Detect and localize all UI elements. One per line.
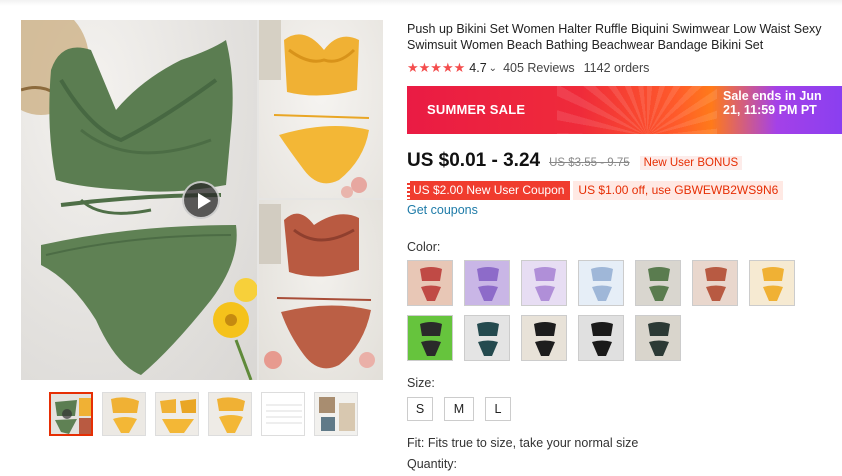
color-swatch-12[interactable] [635, 315, 681, 361]
rating-value[interactable]: 4.7 [469, 61, 486, 75]
thumbnail-image [103, 393, 145, 435]
thumbnail-image [156, 393, 198, 435]
swatch-image [636, 316, 680, 360]
rating-row: ★★★★★ 4.7 ⌄ 405 Reviews 1142 orders [407, 60, 658, 76]
sale-banner-rays [557, 86, 717, 134]
color-swatch-7[interactable] [749, 260, 795, 306]
thumbnail-1[interactable] [49, 392, 93, 436]
swatch-image [465, 316, 509, 360]
swatch-image [408, 261, 452, 305]
thumbnail-image [51, 394, 91, 434]
product-title: Push up Bikini Set Women Halter Ruffle B… [407, 22, 822, 52]
sale-countdown: Sale ends in Jun 21, 11:59 PM PT [723, 89, 822, 117]
get-coupons-link[interactable]: Get coupons [407, 203, 478, 217]
current-price: US $0.01 - 3.24 [407, 150, 541, 171]
thumbnail-strip [49, 392, 358, 436]
thumbnail-image [262, 393, 304, 435]
color-swatch-10[interactable] [521, 315, 567, 361]
play-video-icon[interactable] [182, 181, 220, 219]
color-swatches [407, 260, 807, 361]
swatch-image [408, 316, 452, 360]
thumbnail-6[interactable] [314, 392, 358, 436]
color-swatch-5[interactable] [635, 260, 681, 306]
size-option-l[interactable]: L [485, 397, 511, 421]
chevron-down-icon[interactable]: ⌄ [489, 63, 497, 74]
top-divider [0, 0, 842, 6]
swatch-image [579, 261, 623, 305]
swatch-image [750, 261, 794, 305]
price-row: US $0.01 - 3.24 US $3.55 - 9.75 New User… [407, 150, 743, 172]
thumbnail-4[interactable] [208, 392, 252, 436]
color-swatch-4[interactable] [578, 260, 624, 306]
product-main-image[interactable] [21, 20, 383, 380]
rating-stars: ★★★★★ [407, 60, 466, 75]
new-user-bonus-badge: New User BONUS [639, 156, 743, 170]
size-label: Size: [407, 376, 435, 390]
size-option-s[interactable]: S [407, 397, 433, 421]
secondary-photo-rust [259, 200, 383, 380]
coupon-row: US $2.00 New User Coupon US $1.00 off, u… [407, 181, 784, 200]
size-option-m[interactable]: M [444, 397, 474, 421]
thumbnail-image [315, 393, 357, 435]
reviews-link[interactable]: 405 Reviews [503, 61, 575, 75]
code-coupon[interactable]: US $1.00 off, use GBWEWB2WS9N6 [573, 181, 784, 200]
quantity-label: Quantity: [407, 457, 458, 471]
yellow-bikini-illustration [259, 20, 370, 198]
green-bikini-illustration [21, 20, 258, 380]
color-label: Color: [407, 240, 441, 254]
color-swatch-2[interactable] [464, 260, 510, 306]
color-swatch-9[interactable] [464, 315, 510, 361]
orders-count: 1142 orders [583, 61, 650, 75]
color-swatch-11[interactable] [578, 315, 624, 361]
thumbnail-5-size-chart[interactable] [261, 392, 305, 436]
swatch-image [579, 316, 623, 360]
thumbnail-3[interactable] [155, 392, 199, 436]
new-user-coupon[interactable]: US $2.00 New User Coupon [407, 181, 571, 200]
thumbnail-image [209, 393, 251, 435]
main-photo-green-bikini [21, 20, 258, 380]
color-swatch-3[interactable] [521, 260, 567, 306]
size-options: S M L [407, 397, 511, 421]
summer-sale-banner: SUMMER SALE Sale ends in Jun 21, 11:59 P… [407, 86, 842, 134]
secondary-photo-yellow [259, 20, 383, 198]
swatch-image [465, 261, 509, 305]
color-swatch-6[interactable] [692, 260, 738, 306]
original-price: US $3.55 - 9.75 [549, 157, 630, 169]
color-swatch-1[interactable] [407, 260, 453, 306]
swatch-image [693, 261, 737, 305]
swatch-image [636, 261, 680, 305]
color-swatch-8[interactable] [407, 315, 453, 361]
thumbnail-2[interactable] [102, 392, 146, 436]
fit-info: Fit: Fits true to size, take your normal… [407, 436, 639, 450]
sale-label: SUMMER SALE [427, 102, 526, 117]
swatch-image [522, 261, 566, 305]
swatch-image [522, 316, 566, 360]
rust-bikini-illustration [259, 204, 375, 369]
